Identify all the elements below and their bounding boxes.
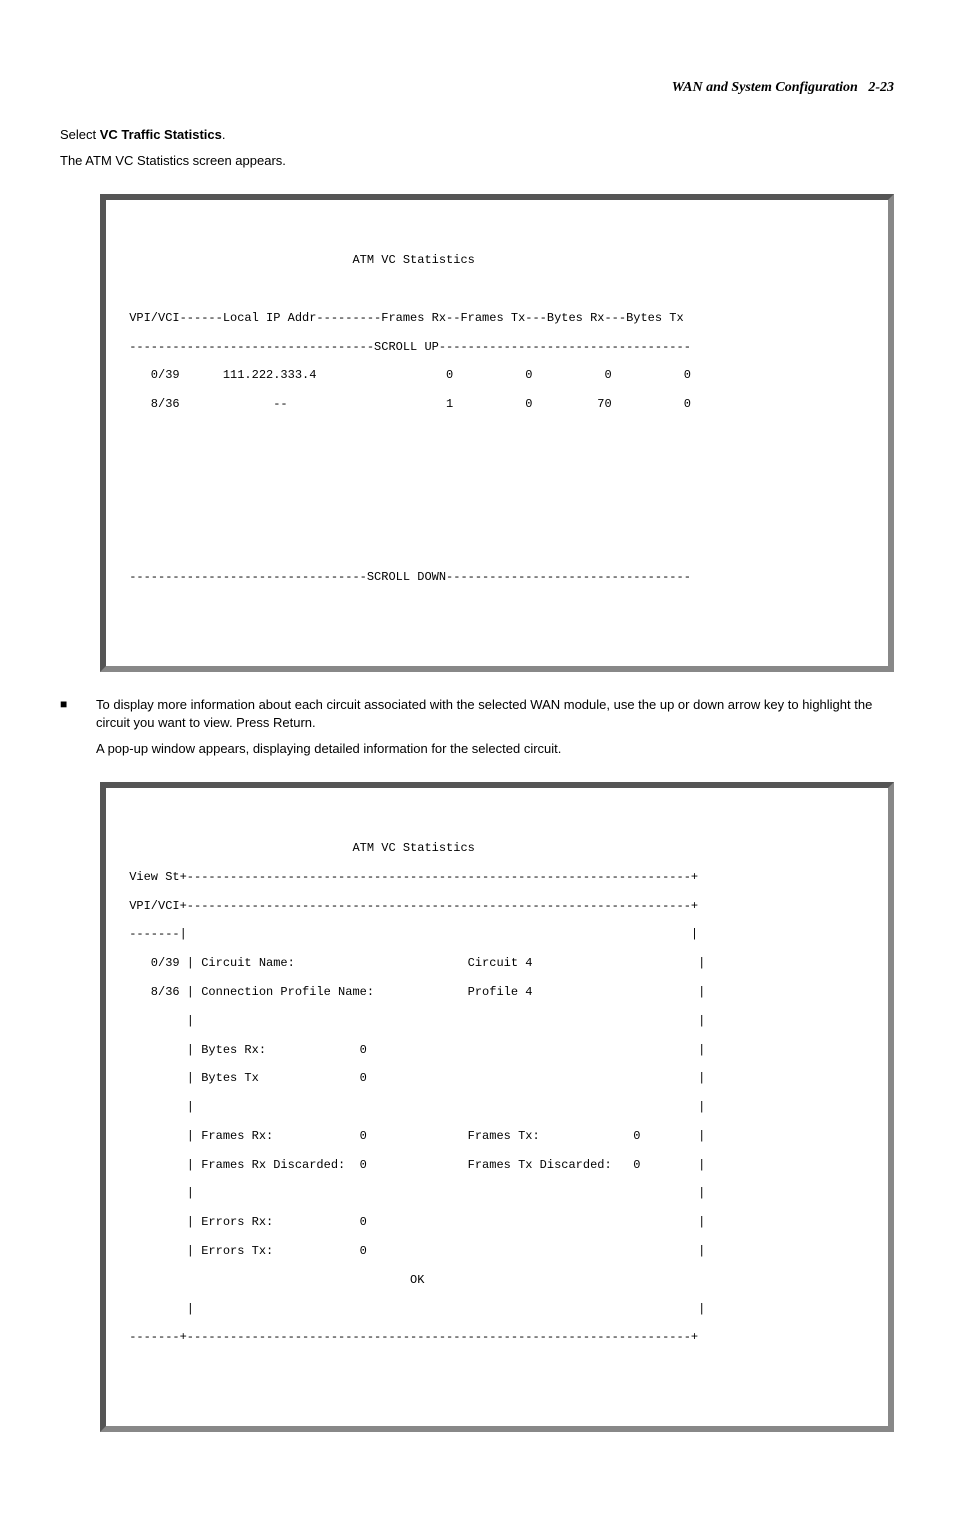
term2-r4: | Bytes Rx: 0 | bbox=[122, 1043, 872, 1057]
term1-header: VPI/VCI------Local IP Addr---------Frame… bbox=[122, 311, 872, 325]
bullet-text-2: A pop-up window appears, displaying deta… bbox=[96, 740, 894, 758]
term2-r7: | Frames Rx: 0 Frames Tx: 0 | bbox=[122, 1129, 872, 1143]
term2-title: ATM VC Statistics bbox=[122, 841, 872, 855]
term1-title: ATM VC Statistics bbox=[122, 253, 872, 267]
select-instruction: Select VC Traffic Statistics. bbox=[60, 126, 894, 144]
term1-row2: 8/36 -- 1 0 70 0 bbox=[122, 397, 872, 411]
section-title: WAN and System Configuration bbox=[672, 80, 858, 95]
page-number: 2-23 bbox=[868, 80, 894, 95]
term2-r5: | Bytes Tx 0 | bbox=[122, 1071, 872, 1085]
term2-dash: -------| | bbox=[122, 927, 872, 941]
page-header: WAN and System Configuration 2-23 bbox=[60, 80, 894, 96]
term2-r6: | | bbox=[122, 1100, 872, 1114]
term2-viewst: View St+--------------------------------… bbox=[122, 870, 872, 884]
terminal-screen-1: ATM VC Statistics VPI/VCI------Local IP … bbox=[100, 194, 894, 671]
term2-r3: | | bbox=[122, 1014, 872, 1028]
term2-r1: 0/39 | Circuit Name: Circuit 4 | bbox=[122, 956, 872, 970]
select-prefix: Select bbox=[60, 127, 100, 142]
term2-bottom: -------+--------------------------------… bbox=[122, 1330, 872, 1344]
select-suffix: . bbox=[222, 127, 226, 142]
bullet-text-1: To display more information about each c… bbox=[96, 696, 894, 732]
bullet-square-icon: ■ bbox=[60, 696, 96, 732]
terminal-screen-2: ATM VC Statistics View St+--------------… bbox=[100, 782, 894, 1432]
term1-scroll-down: ---------------------------------SCROLL … bbox=[122, 570, 872, 584]
select-bold: VC Traffic Statistics bbox=[100, 127, 222, 142]
term2-vpivci: VPI/VCI+--------------------------------… bbox=[122, 899, 872, 913]
term2-blankpipe: | | bbox=[122, 1302, 872, 1316]
term1-row1: 0/39 111.222.333.4 0 0 0 0 bbox=[122, 368, 872, 382]
term2-r11: | Errors Tx: 0 | bbox=[122, 1244, 872, 1258]
term2-r10: | Errors Rx: 0 | bbox=[122, 1215, 872, 1229]
term2-r2: 8/36 | Connection Profile Name: Profile … bbox=[122, 985, 872, 999]
term2-r8: | Frames Rx Discarded: 0 Frames Tx Disca… bbox=[122, 1158, 872, 1172]
term2-ok: OK bbox=[122, 1273, 872, 1287]
term2-r9: | | bbox=[122, 1186, 872, 1200]
bullet-item: ■ To display more information about each… bbox=[60, 696, 894, 732]
screen-appears-text: The ATM VC Statistics screen appears. bbox=[60, 152, 894, 170]
term1-scroll-up: ----------------------------------SCROLL… bbox=[122, 340, 872, 354]
